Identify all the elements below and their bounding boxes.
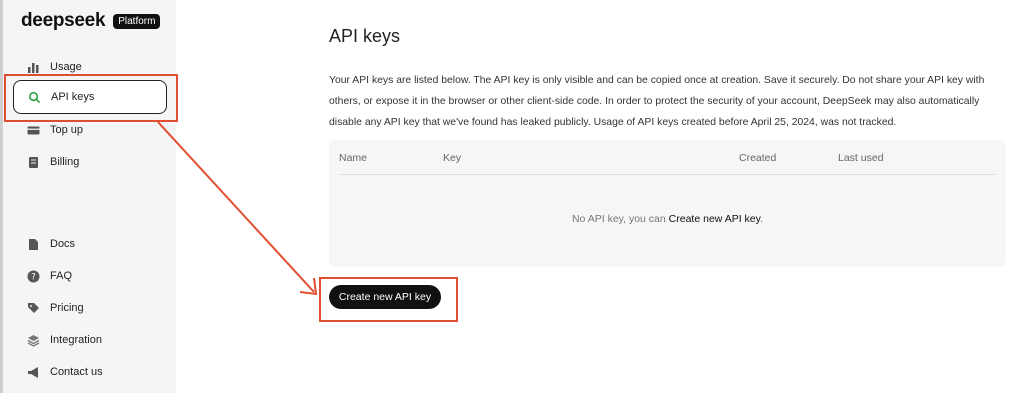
annotation-arrow — [157, 121, 318, 296]
